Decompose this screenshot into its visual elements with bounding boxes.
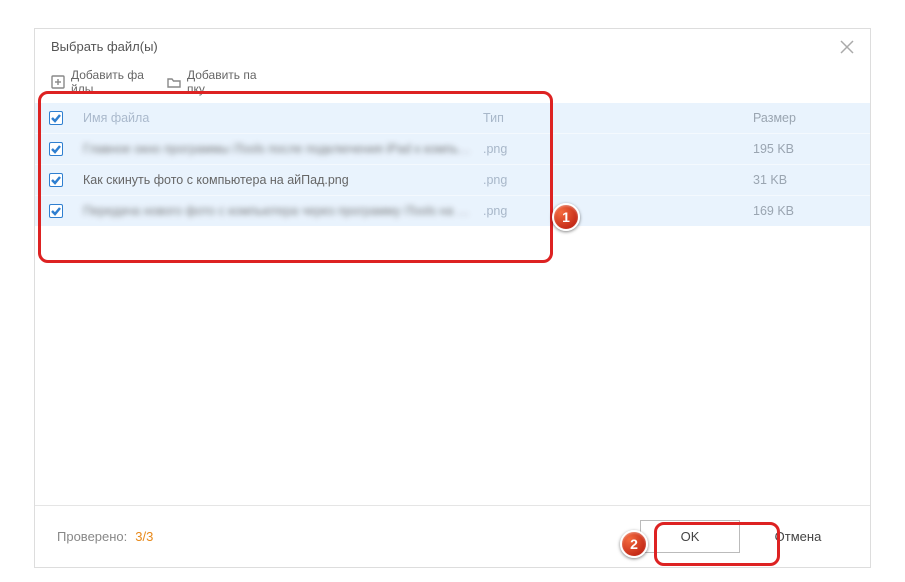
row-checkbox[interactable] (49, 173, 63, 187)
row-checkbox[interactable] (49, 142, 63, 156)
header-size: Размер (603, 111, 856, 125)
toolbar: Добавить фа йлы Добавить па пку (35, 64, 870, 103)
file-type: .png (483, 173, 603, 187)
dialog-title: Выбрать файл(ы) (51, 39, 158, 54)
file-size: 31 KB (603, 173, 856, 187)
file-name: Передача нового фото с компьютера через … (83, 204, 483, 218)
table-row[interactable]: Как скинуть фото с компьютера на айПад.p… (35, 164, 870, 195)
table-row[interactable]: Главное окно программы iTools после подк… (35, 133, 870, 164)
add-folder-label: Добавить па пку (187, 68, 267, 97)
titlebar: Выбрать файл(ы) (35, 29, 870, 64)
header-type: Тип (483, 111, 603, 125)
file-picker-dialog: Выбрать файл(ы) Добавить фа йлы Добавить… (34, 28, 871, 568)
footer: Проверено: 3/3 OK Отмена (35, 505, 870, 567)
file-size: 169 KB (603, 204, 856, 218)
row-checkbox[interactable] (49, 204, 63, 218)
ok-button[interactable]: OK (640, 520, 740, 553)
close-icon[interactable] (840, 40, 854, 54)
checked-count: 3/3 (135, 529, 153, 544)
file-size: 195 KB (603, 142, 856, 156)
folder-icon (167, 75, 181, 89)
table-header: Имя файла Тип Размер (35, 103, 870, 133)
file-type: .png (483, 142, 603, 156)
cancel-button[interactable]: Отмена (748, 521, 848, 552)
file-list: Главное окно программы iTools после подк… (35, 133, 870, 226)
file-name: Как скинуть фото с компьютера на айПад.p… (83, 173, 483, 187)
add-files-label: Добавить фа йлы (71, 68, 151, 97)
add-folder-button[interactable]: Добавить па пку (167, 68, 267, 97)
header-name: Имя файла (83, 111, 483, 125)
table-row[interactable]: Передача нового фото с компьютера через … (35, 195, 870, 226)
file-name: Главное окно программы iTools после подк… (83, 142, 483, 156)
plus-box-icon (51, 75, 65, 89)
file-type: .png (483, 204, 603, 218)
checked-label: Проверено: (57, 529, 127, 544)
select-all-checkbox[interactable] (49, 111, 63, 125)
add-files-button[interactable]: Добавить фа йлы (51, 68, 151, 97)
